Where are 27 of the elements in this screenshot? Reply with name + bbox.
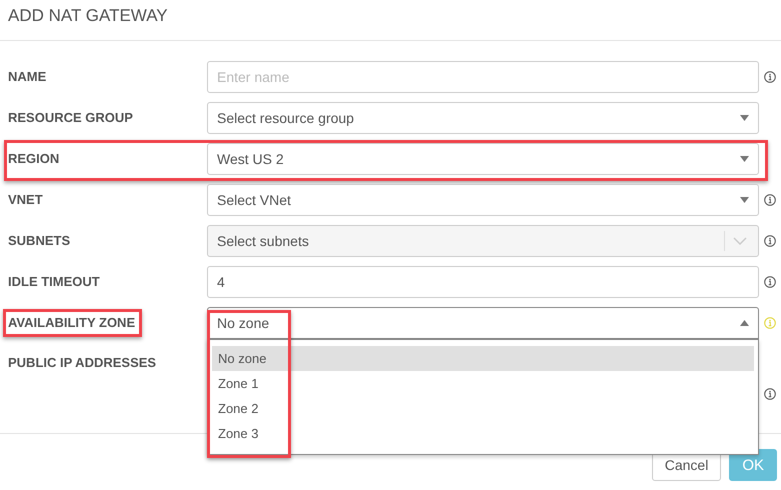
dropdown-option[interactable]: Zone 3 [212,420,754,446]
info-icon[interactable] [764,276,776,288]
field-label: NAME [8,69,46,84]
dropdown-option[interactable]: Zone 2 [212,396,754,420]
dropdown[interactable]: Select VNet [207,184,759,216]
field-label: REGION [8,151,60,166]
dropdown-option[interactable]: No zone [212,346,754,370]
caret-down-icon [740,156,749,162]
caret-down-icon [740,196,749,202]
input-field[interactable]: 4 [207,266,759,298]
input-field[interactable]: Enter name [207,60,759,92]
field-label: RESOURCE GROUP [8,110,133,125]
caret-down-icon [740,114,749,120]
field-label: SUBNETS [8,233,70,248]
dropdown[interactable]: Select resource group [207,102,759,134]
dropdown-option[interactable]: Zone 1 [212,370,754,396]
field-label: IDLE TIMEOUT [8,274,100,289]
field-label: VNET [8,192,43,207]
info-icon[interactable] [764,388,776,400]
dropdown[interactable]: West US 2 [207,142,759,174]
field-label: AVAILABILITY ZONE [8,315,136,330]
info-icon[interactable] [764,70,776,82]
dialog-title: ADD NAT GATEWAY [8,6,168,26]
chevron-down-icon [733,236,747,244]
field-label: PUBLIC IP ADDRESSES [8,355,156,370]
caret-up-icon [740,320,749,326]
info-icon[interactable] [764,194,776,206]
